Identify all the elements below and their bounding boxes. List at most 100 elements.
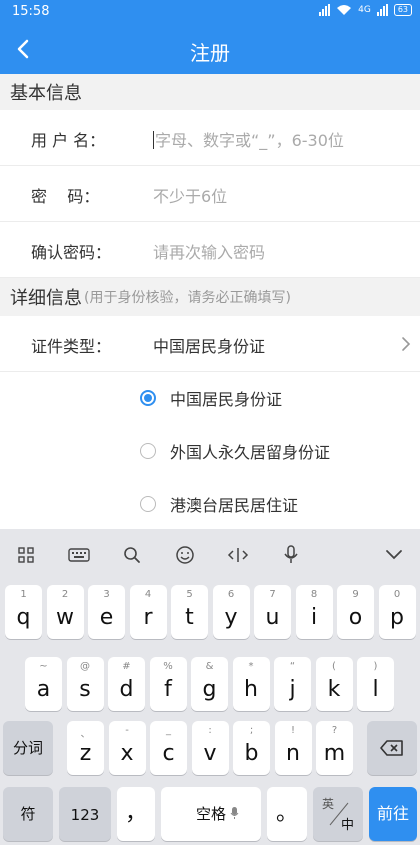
key-secondary-label: 1 xyxy=(20,589,27,600)
key-label: e xyxy=(99,605,114,630)
key-secondary-label: # xyxy=(122,661,131,672)
key-secondary-label: 4 xyxy=(144,589,152,600)
key-label: h xyxy=(244,677,258,702)
key-label: 123 xyxy=(70,806,100,824)
grid-icon[interactable] xyxy=(14,543,38,567)
key-label: 前往 xyxy=(376,804,409,823)
page-title: 注册 xyxy=(190,41,230,65)
key-v[interactable]: :v xyxy=(191,721,229,775)
key-u[interactable]: 7u xyxy=(254,585,291,639)
key-i[interactable]: 8i xyxy=(295,585,333,639)
emoji-icon[interactable] xyxy=(173,543,197,567)
password-row[interactable]: 密 码： 不少于6位 xyxy=(0,166,420,222)
key-f[interactable]: % f xyxy=(149,657,187,711)
password-label: 密 码： xyxy=(31,187,100,206)
microphone-icon[interactable] xyxy=(279,543,303,567)
key-label: s xyxy=(79,677,91,702)
key-d[interactable]: # d xyxy=(108,657,145,711)
segment-key[interactable]: 分词 xyxy=(3,721,53,775)
password-input[interactable]: 不少于6位 xyxy=(153,183,227,207)
key-w[interactable]: 2w xyxy=(46,585,84,639)
key-label: c xyxy=(162,741,175,766)
option-china-id[interactable]: 中国居民身份证 xyxy=(140,383,282,413)
key-secondary-label: ! xyxy=(290,725,295,736)
key-label: 分词 xyxy=(12,739,43,757)
signal-icon-2 xyxy=(376,4,388,16)
key-secondary-label: ) xyxy=(373,661,378,672)
key-label: f xyxy=(164,677,172,702)
radio-selected-icon[interactable] xyxy=(140,390,156,406)
key-o[interactable]: 9o xyxy=(337,585,374,639)
key-secondary-label: 9 xyxy=(352,589,359,600)
key-label: d xyxy=(119,677,134,702)
go-key[interactable]: 前往 xyxy=(369,787,417,841)
key-label: t xyxy=(185,605,194,630)
key-secondary-label: - xyxy=(125,725,129,736)
confirm-password-row[interactable]: 确认密码： 请再次输入密码 xyxy=(0,222,420,278)
basic-info-header: 基本信息 xyxy=(0,74,420,110)
key-a[interactable]: ~ a xyxy=(25,657,62,711)
key-label: b xyxy=(244,741,259,766)
confirm-password-input[interactable]: 请再次输入密码 xyxy=(153,239,265,263)
radio-icon[interactable] xyxy=(140,496,156,512)
status-icons: 4G 63 xyxy=(319,4,412,16)
option-hmt-residence[interactable]: 港澳台居民居住证 xyxy=(140,489,298,519)
id-type-label: 证件类型： xyxy=(31,337,112,356)
signal-icon xyxy=(319,4,331,16)
key-q[interactable]: 1q xyxy=(5,585,42,639)
cursor-move-icon[interactable] xyxy=(226,543,250,567)
key-label: v xyxy=(203,741,217,766)
key-label: 符 xyxy=(20,805,36,823)
key-z[interactable]: 、 z xyxy=(67,721,104,775)
backspace-key[interactable] xyxy=(367,721,417,775)
key-t[interactable]: 5t xyxy=(171,585,208,639)
key-label: m xyxy=(323,741,346,766)
key-h[interactable]: * h xyxy=(232,657,270,711)
key-label: u xyxy=(265,605,280,630)
key-label: q xyxy=(16,605,31,630)
key-g[interactable]: & g xyxy=(191,657,228,711)
key-y[interactable]: 6y xyxy=(212,585,250,639)
radio-icon[interactable] xyxy=(140,443,156,459)
key-secondary-label: ~ xyxy=(39,661,48,672)
key-label: p xyxy=(390,605,404,630)
key-s[interactable]: @ s xyxy=(66,657,104,711)
detail-info-header: 详细信息 (用于身份核验，请务必正确填写) xyxy=(0,278,420,316)
period-key[interactable]: 。 xyxy=(267,787,307,841)
key-p[interactable]: 0p xyxy=(378,585,416,639)
key-x[interactable]: -x xyxy=(108,721,146,775)
key-secondary-label: : xyxy=(208,725,212,736)
key-m[interactable]: ? m xyxy=(316,721,353,775)
symbol-key[interactable]: 符 xyxy=(3,787,53,841)
username-row[interactable]: 用 户 名： 字母、数字或“_”，6-30位 xyxy=(0,110,420,166)
key-b[interactable]: ; b xyxy=(233,721,270,775)
detail-info-title: 详细信息 xyxy=(10,288,82,309)
key-secondary-label: “ xyxy=(289,661,296,672)
key-label: j xyxy=(289,677,296,702)
search-icon[interactable] xyxy=(120,543,144,567)
small-microphone-icon xyxy=(230,805,239,824)
keyboard-icon[interactable] xyxy=(67,543,91,567)
collapse-keyboard-icon[interactable] xyxy=(382,543,406,567)
key-label: z xyxy=(79,741,92,766)
language-switch-key[interactable]: 英中 xyxy=(313,787,363,841)
key-k[interactable]: (k xyxy=(315,657,353,711)
key-secondary-label: 6 xyxy=(227,589,235,600)
key-secondary-label: 、 xyxy=(80,729,91,740)
key-c[interactable]: _ c xyxy=(150,721,187,775)
space-key[interactable]: 空格 xyxy=(161,787,261,841)
key-e[interactable]: 3e xyxy=(88,585,125,639)
key-r[interactable]: 4r xyxy=(129,585,167,639)
wifi-icon xyxy=(337,5,352,15)
option-foreigner-id[interactable]: 外国人永久居留身份证 xyxy=(140,436,330,466)
key-n[interactable]: ! n xyxy=(274,721,312,775)
number-key[interactable]: 123 xyxy=(59,787,111,841)
comma-key[interactable]: ， xyxy=(117,787,155,841)
key-secondary-label: _ xyxy=(166,725,171,736)
key-label: o xyxy=(348,605,363,630)
key-l[interactable]: ) l xyxy=(357,657,394,711)
register-screen: 15:58 4G 63 注册 基本信息 用 户 名： 字母、数字或“_”，6-3… xyxy=(0,0,420,845)
username-input[interactable]: 字母、数字或“_”，6-30位 xyxy=(153,127,344,151)
id-type-row[interactable]: 证件类型： 中国居民身份证 xyxy=(0,316,420,372)
key-j[interactable]: “j xyxy=(274,657,311,711)
